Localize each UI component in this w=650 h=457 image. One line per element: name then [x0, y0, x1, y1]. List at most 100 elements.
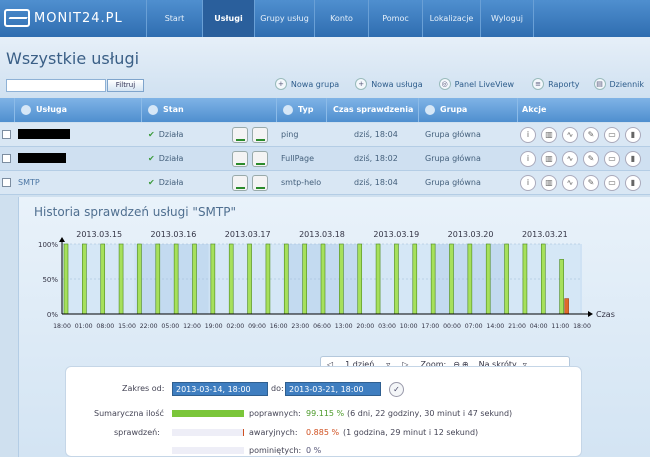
redacted-service-name — [18, 153, 66, 163]
apply-range-icon[interactable]: ✓ — [389, 382, 404, 397]
new-service-label: Nowa usługa — [371, 79, 423, 89]
info-icon[interactable]: i — [520, 151, 536, 167]
header-actions: Akcje — [518, 98, 650, 122]
edit-icon[interactable]: ✎ — [583, 151, 599, 167]
header-service[interactable]: Usługa — [15, 98, 142, 122]
service-name-link[interactable]: SMTP — [18, 171, 40, 195]
header-group[interactable]: Grupa — [419, 98, 518, 122]
graph-icon[interactable] — [232, 126, 248, 143]
status-cell: ✔ Działa — [148, 171, 183, 195]
bar-ok — [540, 243, 546, 315]
log-button[interactable]: ▤ Dziennik — [593, 78, 645, 90]
chart-icon[interactable]: ∿ — [562, 151, 578, 167]
row-checkbox[interactable] — [2, 154, 11, 163]
skip-percent: 0 % — [306, 446, 322, 455]
reports-button[interactable]: ≡ Raporty — [532, 78, 580, 90]
edit-icon[interactable]: ✎ — [583, 175, 599, 191]
filter-input[interactable] — [6, 79, 106, 92]
info-icon[interactable]: i — [520, 175, 536, 191]
info-icon[interactable]: i — [520, 127, 536, 143]
x-tick-label: 09:00 — [248, 323, 266, 330]
x-axis-label: Czas — [596, 310, 615, 319]
filter-button[interactable]: Filtruj — [107, 79, 144, 92]
type-cell: ping — [281, 130, 299, 139]
date-label: 2013.03.17 — [225, 230, 271, 239]
nav-grupy-uslug[interactable]: Grupy usług — [254, 0, 314, 37]
reports-icon: ≡ — [532, 78, 545, 90]
row-actions: i ▥ ∿ ✎ ▭ ▮ — [520, 127, 641, 143]
fail-percent: 0.885 % — [306, 428, 340, 437]
nav-konto[interactable]: Konto — [314, 0, 368, 37]
x-tick-label: 18:00 — [53, 323, 71, 330]
nav-wyloguj[interactable]: Wyloguj — [480, 0, 534, 37]
delete-icon[interactable]: ▮ — [625, 151, 641, 167]
window-icon[interactable]: ▭ — [604, 151, 620, 167]
x-tick-label: 21:00 — [508, 323, 526, 330]
group-cell: Grupa główna — [425, 130, 481, 139]
ok-bar — [172, 410, 244, 417]
stats-icon[interactable]: ▥ — [541, 127, 557, 143]
row-actions: i ▥ ∿ ✎ ▭ ▮ — [520, 151, 641, 167]
top-actions: + Nowa grupa + Nowa usługa ◎ Panel LiveView… — [274, 78, 645, 90]
row-actions: i ▥ ∿ ✎ ▭ ▮ — [520, 175, 641, 191]
bar-ok — [100, 243, 106, 315]
time-cell: dziś, 18:02 — [354, 154, 398, 163]
mini-buttons — [232, 171, 272, 195]
bar-ok — [302, 243, 307, 315]
x-tick-label: 20:00 — [356, 323, 374, 330]
history-icon[interactable] — [252, 150, 268, 167]
sort-icon — [283, 105, 293, 115]
header-check-time[interactable]: Czas sprawdzenia — [327, 98, 419, 122]
row-checkbox[interactable] — [2, 178, 11, 187]
log-label: Dziennik — [609, 79, 645, 89]
x-tick-label: 23:00 — [291, 323, 309, 330]
log-icon: ▤ — [593, 78, 606, 90]
stats-icon[interactable]: ▥ — [541, 151, 557, 167]
chart-icon[interactable]: ∿ — [562, 127, 578, 143]
table-header: Usługa Stan Typ Czas sprawdzenia Grupa A… — [0, 98, 650, 122]
date-label: 2013.03.18 — [299, 230, 345, 239]
history-icon[interactable] — [252, 126, 268, 143]
table-row[interactable]: ✔ Działa ping dziś, 18:04 Grupa główna i ▥… — [0, 123, 650, 147]
x-tick-label: 04:00 — [530, 323, 548, 330]
window-icon[interactable]: ▭ — [604, 127, 620, 143]
bar-ok — [394, 243, 399, 315]
liveview-button[interactable]: ◎ Panel LiveView — [438, 78, 514, 90]
bar-ok — [485, 243, 491, 315]
nav-pomoc[interactable]: Pomoc — [368, 0, 422, 37]
nav-start[interactable]: Start — [146, 0, 202, 37]
table-row[interactable]: ✔ Działa FullPage dziś, 18:02 Grupa główn… — [0, 147, 650, 171]
sort-icon — [148, 105, 158, 115]
x-tick-label: 03:00 — [378, 323, 396, 330]
logo[interactable]: MONIT24.PL — [4, 6, 124, 30]
new-service-button[interactable]: + Nowa usługa — [355, 78, 423, 90]
window-icon[interactable]: ▭ — [604, 175, 620, 191]
type-cell: smtp-helo — [281, 178, 322, 187]
date-label: 2013.03.19 — [373, 230, 419, 239]
new-group-button[interactable]: + Nowa grupa — [274, 78, 339, 90]
range-to-input[interactable]: 2013-03-21, 18:00 — [285, 382, 381, 396]
bar-ok — [522, 243, 528, 315]
history-icon[interactable] — [252, 174, 268, 191]
x-tick-label: 05:00 — [161, 323, 179, 330]
header-type[interactable]: Typ — [277, 98, 327, 122]
header-status[interactable]: Stan — [142, 98, 277, 122]
stats-icon[interactable]: ▥ — [541, 175, 557, 191]
date-label: 2013.03.20 — [448, 230, 494, 239]
chart-icon[interactable]: ∿ — [562, 175, 578, 191]
graph-icon[interactable] — [232, 150, 248, 167]
edit-icon[interactable]: ✎ — [583, 127, 599, 143]
table-row[interactable]: SMTP ✔ Działa smtp-helo dziś, 18:04 Grupa… — [0, 171, 650, 195]
range-from-input[interactable]: 2013-03-14, 18:00 — [172, 382, 268, 396]
nav-uslugi[interactable]: Usługi — [202, 0, 254, 37]
nav-lokalizacje[interactable]: Lokalizacje — [422, 0, 480, 37]
status-text: Działa — [158, 154, 184, 163]
graph-icon[interactable] — [232, 174, 248, 191]
top-bar: MONIT24.PL Start Usługi Grupy usług Kont… — [0, 0, 650, 37]
row-checkbox[interactable] — [2, 130, 11, 139]
x-tick-label: 02:00 — [226, 323, 244, 330]
check-icon: ✔ — [148, 178, 155, 187]
bar-ok — [504, 243, 509, 315]
delete-icon[interactable]: ▮ — [625, 175, 641, 191]
delete-icon[interactable]: ▮ — [625, 127, 641, 143]
